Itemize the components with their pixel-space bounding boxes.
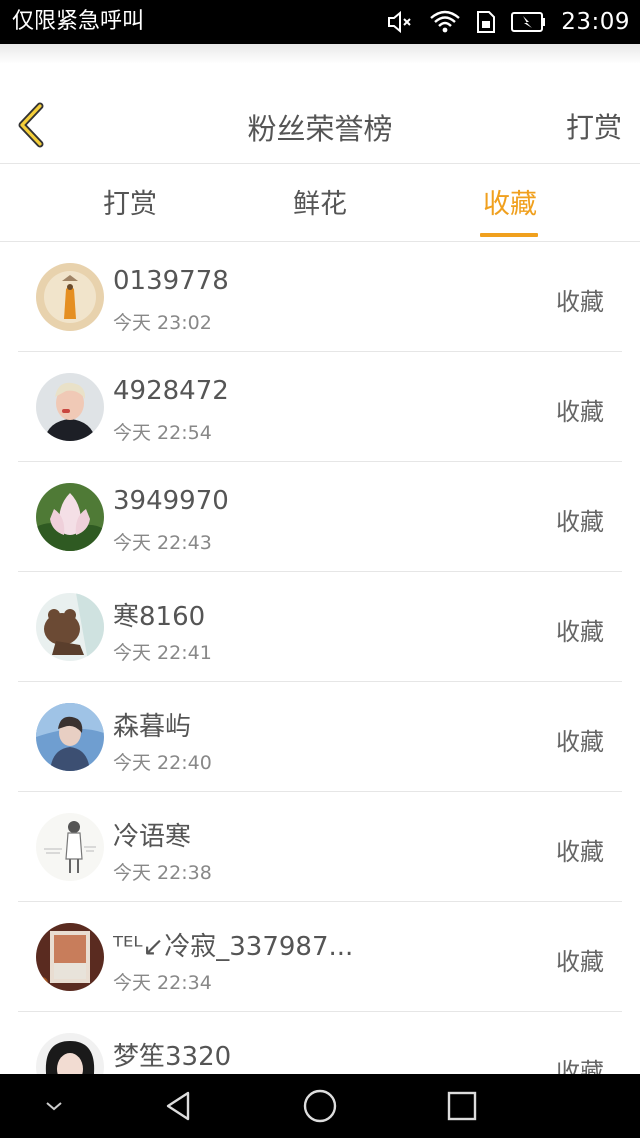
tab-indicator [480, 233, 538, 237]
list-item[interactable]: 冷语寒 今天 22:38 收藏 [0, 792, 640, 902]
username: 梦笙3320 [113, 1042, 232, 1072]
mute-icon [387, 10, 415, 34]
favorite-label: 收藏 [556, 1058, 604, 1074]
back-triangle-icon [166, 1091, 190, 1121]
list-item[interactable]: 3949970 今天 22:43 收藏 [0, 462, 640, 572]
tab-flowers[interactable]: 鲜花 [240, 165, 400, 242]
fan-list[interactable]: 0139778 今天 23:02 收藏 4928472 今天 22:54 收藏 [0, 242, 640, 1074]
favorite-label: 收藏 [556, 728, 604, 756]
header-shadow [0, 44, 640, 64]
timestamp: 今天 22:34 [113, 972, 212, 994]
timestamp: 今天 22:43 [113, 532, 212, 554]
username: 寒8160 [113, 602, 206, 632]
username: 冷语寒 [113, 822, 192, 852]
status-bar: 仅限紧急呼叫 23:09 [0, 0, 640, 44]
favorite-label: 收藏 [556, 618, 604, 646]
list-item[interactable]: 寒8160 今天 22:41 收藏 [0, 572, 640, 682]
tab-reward[interactable]: 打赏 [50, 165, 210, 242]
favorite-label: 收藏 [556, 508, 604, 536]
home-circle-icon [303, 1089, 337, 1123]
avatar[interactable] [36, 923, 104, 991]
favorite-label: 收藏 [556, 288, 604, 316]
clock: 23:09 [561, 9, 630, 35]
avatar[interactable] [36, 1033, 104, 1074]
avatar[interactable] [36, 373, 104, 441]
recents-square-icon [447, 1091, 477, 1121]
page-title: 粉丝荣誉榜 [247, 112, 393, 146]
nav-recents-button[interactable] [432, 1074, 492, 1138]
tab-bar: 打赏 鲜花 收藏 [0, 165, 640, 242]
avatar[interactable] [36, 593, 104, 661]
app-header: 粉丝荣誉榜 打赏 [0, 64, 640, 164]
username: 0139778 [113, 266, 229, 296]
chevron-down-icon [46, 1102, 62, 1111]
username: 4928472 [113, 376, 229, 406]
wifi-icon [429, 10, 461, 34]
avatar[interactable] [36, 483, 104, 551]
timestamp: 今天 22:54 [113, 422, 212, 444]
list-item[interactable]: 0139778 今天 23:02 收藏 [0, 242, 640, 352]
favorite-label: 收藏 [556, 948, 604, 976]
favorite-label: 收藏 [556, 398, 604, 426]
sim-icon [475, 10, 497, 34]
nav-collapse-button[interactable] [34, 1074, 74, 1138]
timestamp: 今天 22:40 [113, 752, 212, 774]
username: ᵀᴱᴸ↙冷寂_337987... [113, 932, 354, 962]
timestamp: 今天 23:02 [113, 312, 212, 334]
username: 3949970 [113, 486, 229, 516]
favorite-label: 收藏 [556, 838, 604, 866]
status-icons: 23:09 [387, 6, 630, 38]
list-item[interactable]: 4928472 今天 22:54 收藏 [0, 352, 640, 462]
timestamp: 今天 22:38 [113, 862, 212, 884]
battery-charging-icon [511, 11, 547, 33]
carrier-text: 仅限紧急呼叫 [12, 9, 145, 34]
tab-favorites[interactable]: 收藏 [430, 165, 590, 242]
nav-back-button[interactable] [148, 1074, 208, 1138]
list-item[interactable]: 森暮屿 今天 22:40 收藏 [0, 682, 640, 792]
timestamp: 今天 22:41 [113, 642, 212, 664]
system-nav-bar [0, 1074, 640, 1138]
reward-button[interactable]: 打赏 [566, 106, 622, 146]
list-item[interactable]: ᵀᴱᴸ↙冷寂_337987... 今天 22:34 收藏 [0, 902, 640, 1012]
username: 森暮屿 [113, 712, 192, 742]
avatar[interactable] [36, 813, 104, 881]
avatar[interactable] [36, 703, 104, 771]
nav-home-button[interactable] [290, 1074, 350, 1138]
list-item[interactable]: 梦笙3320 收藏 [0, 1012, 640, 1074]
avatar[interactable] [36, 263, 104, 331]
